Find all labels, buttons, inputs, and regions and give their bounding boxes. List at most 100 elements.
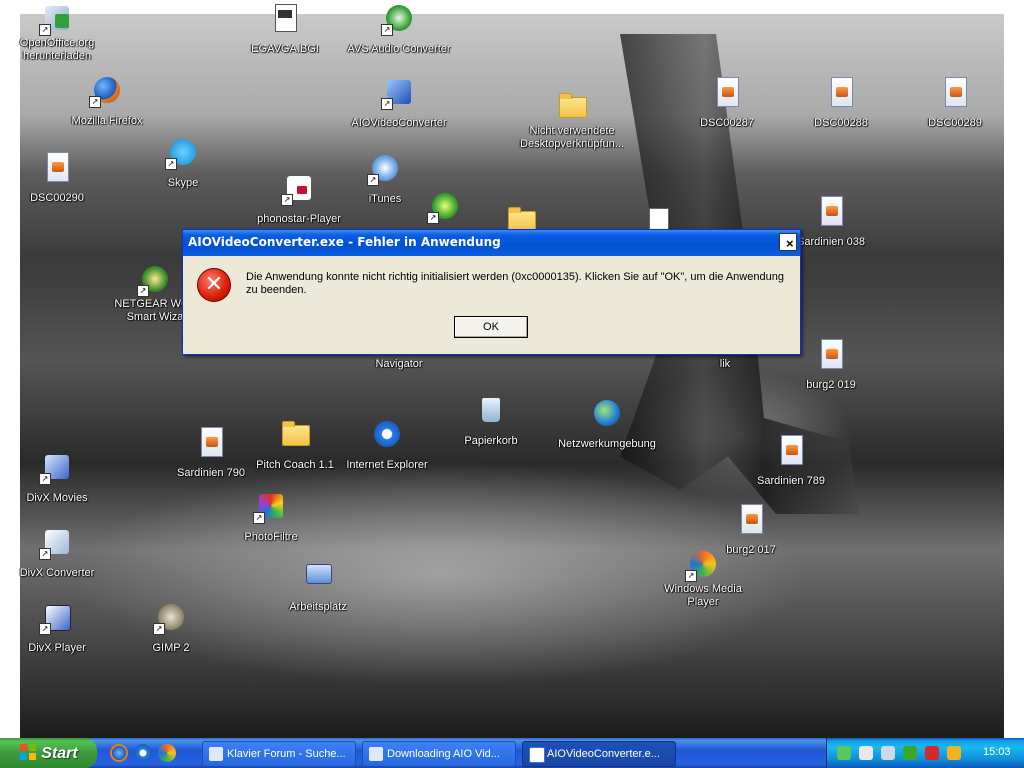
desktop-icon-divx-player[interactable]: ↗ DivX Player (2, 601, 112, 655)
desktop-icon-recycle-bin[interactable]: Papierkorb (436, 394, 546, 448)
system-tray: 15:03 (826, 738, 1024, 768)
icon-label: lik (719, 358, 731, 370)
taskbar-item-klavier-forum[interactable]: Klavier Forum - Suche... (202, 741, 356, 767)
desktop-icon-openoffice[interactable]: ↗ OpenOffice.org herunterladen (2, 2, 112, 63)
openoffice-download-icon: ↗ (39, 2, 73, 36)
desktop-icon-media-player[interactable]: ↗ Windows Media Player (648, 548, 758, 609)
dialog-title: AIOVideoConverter.exe - Fehler in Anwend… (188, 235, 501, 249)
taskbar-item-label: Klavier Forum - Suche... (227, 748, 346, 760)
desktop-icon-divx-converter[interactable]: ↗ DivX Converter (2, 526, 112, 580)
desktop-icon-aiovideoconverter[interactable]: ↗ AIOVideoConverter (344, 76, 454, 130)
internet-explorer-icon[interactable] (134, 744, 152, 762)
media-player-icon: ↗ (685, 548, 719, 582)
phonostar-icon: ↗ (281, 172, 315, 206)
my-computer-icon (302, 560, 334, 592)
avs-audio-icon: ↗ (381, 2, 415, 36)
browser-page-icon (369, 747, 383, 761)
icon-label: Mozilla Firefox (71, 115, 143, 127)
windows-flag-icon (19, 743, 37, 761)
start-label: Start (41, 745, 78, 762)
browser-page-icon (209, 747, 223, 761)
volume-tray-icon[interactable] (859, 746, 873, 760)
icon-label: Sardinien 789 (757, 475, 825, 487)
image-file-icon (939, 76, 971, 108)
taskbar-item-aiovideoconverter[interactable]: AIOVideoConverter.e... (522, 741, 676, 767)
error-dialog: AIOVideoConverter.exe - Fehler in Anwend… (182, 229, 801, 355)
icon-label: DivX Movies (26, 492, 88, 504)
itunes-icon: ↗ (367, 152, 401, 186)
skype-icon: ↗ (165, 136, 199, 170)
taskbar-item-label: Downloading AIO Vid... (387, 748, 500, 760)
firefox-icon[interactable] (110, 744, 128, 762)
icon-label: Nicht verwendete Desktopverknüpfun... (520, 125, 624, 150)
start-button[interactable]: Start (0, 738, 97, 768)
icon-label: OpenOffice.org herunterladen (19, 37, 95, 62)
netgear-icon: ↗ (137, 263, 171, 297)
icq-icon: ↗ (427, 190, 461, 224)
network-tray-icon[interactable] (837, 746, 851, 760)
close-button[interactable]: × (779, 233, 797, 251)
folder-icon (556, 90, 588, 122)
desktop-icon-avs-audio[interactable]: ↗ AVS Audio Converter (344, 2, 454, 56)
icq-tray-icon[interactable] (903, 746, 917, 760)
desktop-icon-phonostar[interactable]: ↗ phonostar-Player (244, 172, 354, 226)
icon-label: Arbeitsplatz (289, 601, 347, 613)
icon-label: burg2 019 (806, 379, 856, 391)
network-icon (591, 397, 623, 429)
image-file-icon (41, 151, 73, 183)
clock[interactable]: 15:03 (983, 746, 1011, 758)
image-file-icon (711, 76, 743, 108)
firefox-icon: ↗ (89, 74, 123, 108)
image-file-icon (195, 426, 227, 458)
update-tray-icon[interactable] (947, 746, 961, 760)
taskbar-item-downloading[interactable]: Downloading AIO Vid... (362, 741, 516, 767)
icon-label: Internet Explorer (346, 459, 428, 471)
divx-player-icon: ↗ (39, 601, 73, 635)
desktop-icon-egavga[interactable]: EGAVGA.BGI (230, 2, 340, 56)
icon-label: DSC00290 (30, 192, 84, 204)
desktop-icon-dsc00290[interactable]: DSC00290 (2, 151, 112, 205)
desktop-icon-photofiltre[interactable]: ↗ PhotoFiltre (216, 490, 326, 544)
desktop-icon-unused-shortcuts[interactable]: Nicht verwendete Desktopverknüpfun... (517, 90, 627, 151)
desktop-icon-dsc00287[interactable]: DSC00287 (672, 76, 782, 130)
antivirus-tray-icon[interactable] (925, 746, 939, 760)
image-file-icon (825, 76, 857, 108)
error-message: Die Anwendung konnte nicht richtig initi… (246, 271, 784, 296)
icon-label: AIOVideoConverter (351, 117, 447, 129)
icon-label: Skype (167, 177, 199, 189)
aio-video-icon: ↗ (381, 76, 415, 110)
dialog-titlebar[interactable]: AIOVideoConverter.exe - Fehler in Anwend… (183, 230, 800, 256)
image-file-icon (815, 195, 847, 227)
desktop-icon-dsc00289[interactable]: DSC00289 (900, 76, 1010, 130)
ok-button[interactable]: OK (454, 316, 528, 338)
desktop-icon-internet-explorer[interactable]: Internet Explorer (332, 418, 442, 472)
desktop-icon-my-computer[interactable]: Arbeitsplatz (263, 560, 373, 614)
desktop-icon-skype[interactable]: ↗ Skype (128, 136, 238, 190)
icon-label: Pitch Coach 1.1 (256, 459, 334, 471)
media-player-icon[interactable] (158, 744, 176, 762)
icon-label: DSC00289 (928, 117, 982, 129)
desktop: ↗ OpenOffice.org herunterladen EGAVGA.BG… (0, 0, 1024, 738)
desktop-icon-gimp[interactable]: ↗ GIMP 2 (116, 601, 226, 655)
divx-converter-icon: ↗ (39, 526, 73, 560)
printer-tray-icon[interactable] (881, 746, 895, 760)
desktop-icon-sardinien-789[interactable]: Sardinien 789 (736, 434, 846, 488)
icon-label: DivX Player (28, 642, 86, 654)
icon-label: PhotoFiltre (244, 531, 298, 543)
icon-label: Netzwerkumgebung (558, 438, 656, 450)
folder-icon (279, 418, 311, 450)
icon-label: EGAVGA.BGI (251, 43, 319, 55)
icon-label: Navigator (375, 358, 423, 370)
desktop-icon-network[interactable]: Netzwerkumgebung (552, 397, 662, 451)
icon-label: AVS Audio Converter (347, 43, 451, 55)
desktop-icon-divx-movies[interactable]: ↗ DivX Movies (2, 451, 112, 505)
image-file-icon (775, 434, 807, 466)
desktop-icon-firefox[interactable]: ↗ Mozilla Firefox (52, 74, 162, 128)
icon-label: DivX Converter (19, 567, 95, 579)
image-file-icon (815, 338, 847, 370)
desktop-icon-dsc00288[interactable]: DSC00288 (786, 76, 896, 130)
icon-label: Sardinien 038 (797, 236, 865, 248)
divx-icon: ↗ (39, 451, 73, 485)
icon-label: GIMP 2 (152, 642, 190, 654)
icon-label: phonostar-Player (257, 213, 341, 225)
